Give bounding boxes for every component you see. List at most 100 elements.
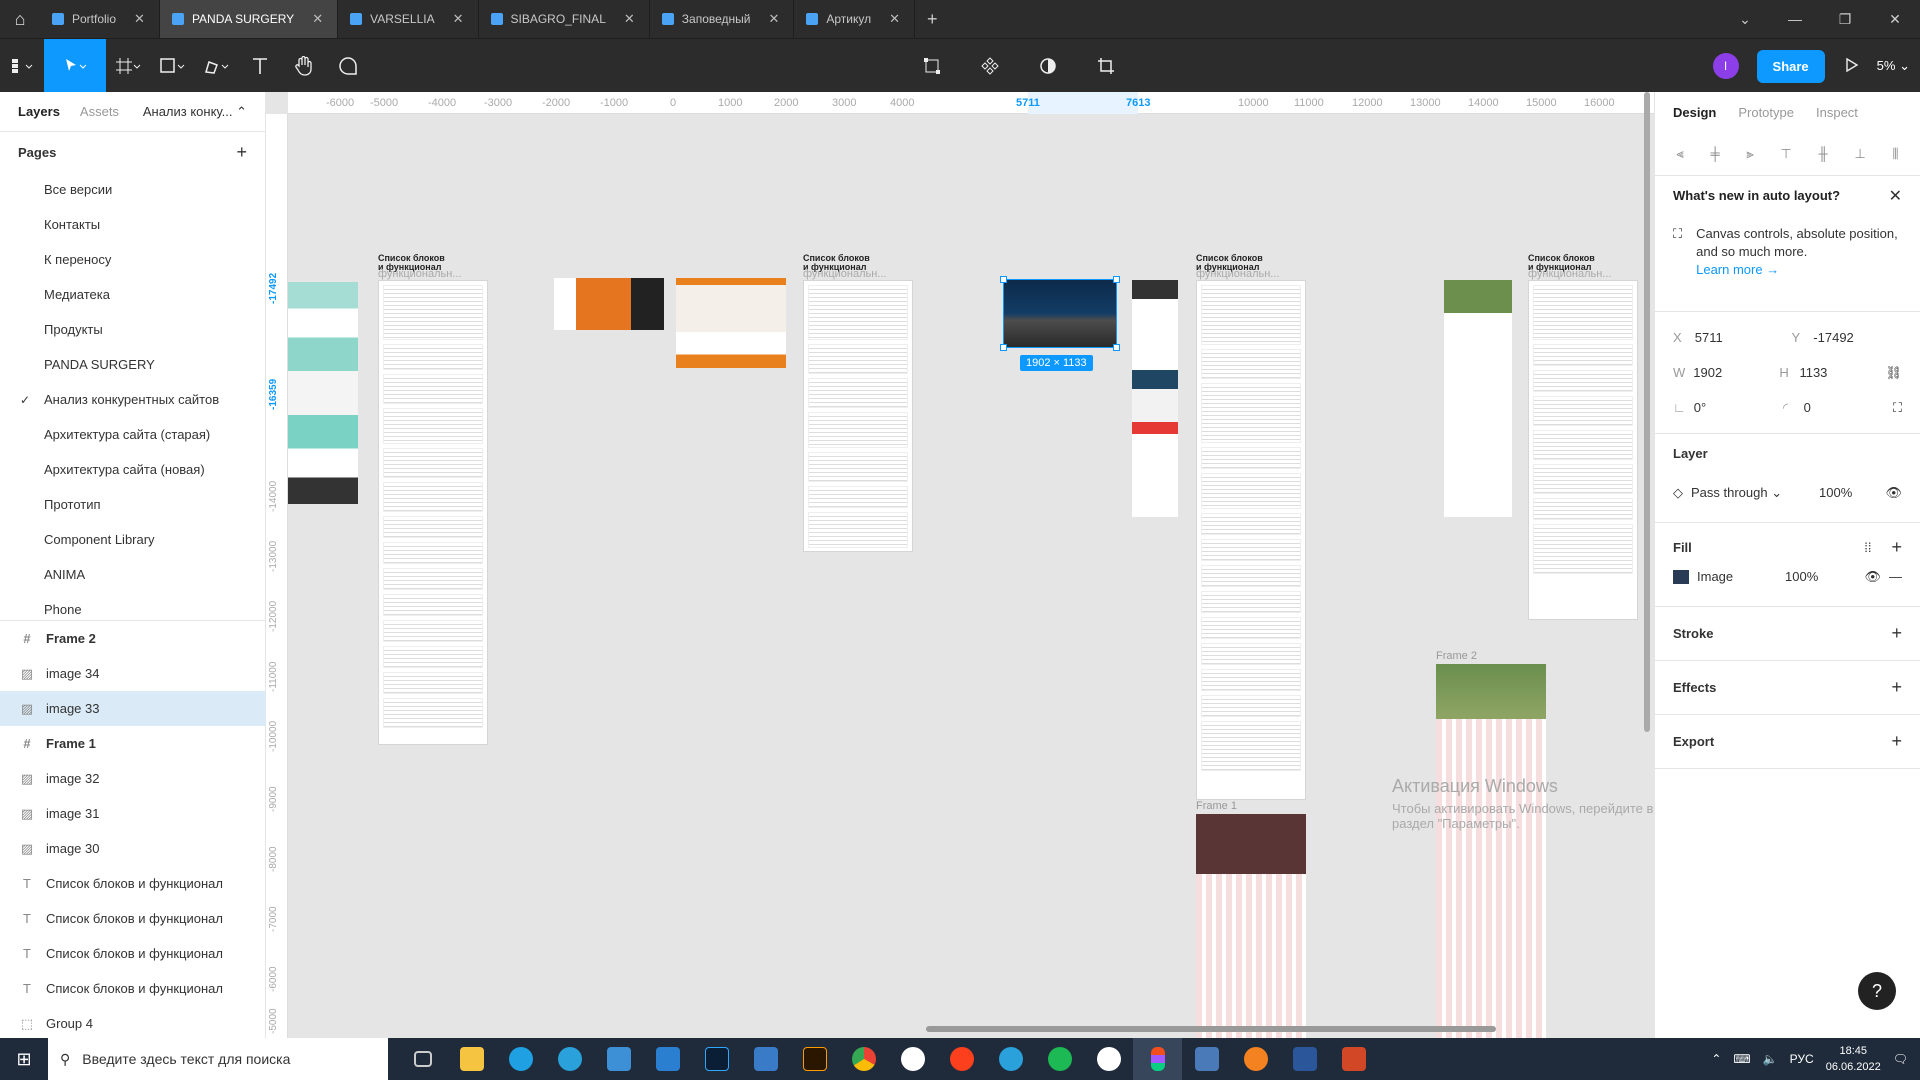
independent-corners-icon[interactable]: ⛶ (1893, 400, 1902, 416)
user-avatar[interactable]: I (1712, 53, 1739, 79)
page-item[interactable]: Продукты (0, 312, 265, 347)
close-icon[interactable]: ✕ (312, 11, 323, 27)
notifications-icon[interactable]: 🗨 (1893, 1052, 1908, 1066)
tab-artikul[interactable]: Артикул ✕ (794, 0, 916, 38)
text-tool-icon[interactable] (238, 39, 282, 93)
share-button[interactable]: Share (1756, 49, 1825, 83)
illustrator-icon[interactable] (790, 1038, 839, 1080)
canvas-image[interactable] (1444, 280, 1512, 517)
blend-mode-select[interactable]: Pass through ⌄ (1691, 485, 1811, 501)
close-icon[interactable]: ✕ (768, 11, 779, 27)
canvas-image[interactable] (1132, 280, 1178, 517)
word-icon[interactable] (1280, 1038, 1329, 1080)
home-icon[interactable]: ⌂ (0, 0, 40, 38)
tab-zapovedny[interactable]: Заповедный ✕ (650, 0, 795, 38)
windows-start-icon[interactable]: ⊞ (0, 1038, 48, 1080)
close-icon[interactable]: ✕ (453, 11, 464, 27)
layer-row[interactable]: T Список блоков и функционал (0, 971, 266, 1006)
width-input[interactable]: 1902 (1693, 365, 1771, 380)
frame-2[interactable] (1436, 664, 1546, 1038)
layer-row[interactable]: ▨ image 30 (0, 831, 266, 866)
align-center-v-icon[interactable]: ╫ (1819, 146, 1828, 161)
height-input[interactable]: 1133 (1799, 365, 1877, 380)
crop-icon[interactable] (1084, 39, 1128, 93)
taskbar-search[interactable]: ⚲ Введите здесь текст для поиска (48, 1038, 388, 1080)
present-play-icon[interactable] (1843, 57, 1859, 76)
align-right-icon[interactable]: ⫸ (1746, 146, 1753, 162)
layer-row-selected[interactable]: ▨ image 33 (0, 691, 266, 726)
photoshop-icon[interactable] (692, 1038, 741, 1080)
store-icon[interactable] (594, 1038, 643, 1080)
align-top-icon[interactable]: ⊤ (1780, 146, 1791, 162)
edge-icon[interactable] (496, 1038, 545, 1080)
styles-grid-icon[interactable]: ⁞⁞ (1864, 540, 1871, 555)
page-item-current[interactable]: ✓ Анализ конкурентных сайтов (0, 382, 265, 417)
close-icon[interactable]: ✕ (1889, 186, 1902, 206)
page-item[interactable]: Архитектура сайта (старая) (0, 417, 265, 452)
app-icon[interactable] (1231, 1038, 1280, 1080)
canvas[interactable]: -6000 -5000 -4000 -3000 -2000 -1000 0 10… (266, 92, 1654, 1038)
distribute-icon[interactable]: ⫼ (1893, 146, 1899, 162)
page-item[interactable]: Component Library (0, 522, 265, 557)
chrome-icon[interactable] (839, 1038, 888, 1080)
layer-row[interactable]: # Frame 1 (0, 726, 266, 761)
resize-frame-icon[interactable] (910, 39, 954, 93)
x-input[interactable]: 5711 (1695, 330, 1784, 345)
layer-row[interactable]: # Frame 2 (0, 621, 266, 656)
align-left-icon[interactable]: ⫷ (1676, 146, 1683, 162)
page-item[interactable]: ANIMA (0, 557, 265, 592)
maximize-icon[interactable]: ❐ (1820, 11, 1870, 28)
fill-opacity-input[interactable]: 100% (1785, 569, 1818, 584)
page-item[interactable]: Прототип (0, 487, 265, 522)
page-item[interactable]: Все версии (0, 172, 265, 207)
shape-tool-icon[interactable] (150, 39, 194, 93)
layer-row[interactable]: T Список блоков и функционал (0, 901, 266, 936)
app-icon[interactable] (1084, 1038, 1133, 1080)
page-item[interactable]: Архитектура сайта (новая) (0, 452, 265, 487)
frame-tool-icon[interactable] (106, 39, 150, 93)
add-effect-plus-icon[interactable]: + (1891, 677, 1902, 698)
layer-opacity-input[interactable]: 100% (1819, 485, 1852, 500)
y-input[interactable]: -17492 (1813, 330, 1902, 345)
spotify-icon[interactable] (1035, 1038, 1084, 1080)
learn-more-link[interactable]: Learn more → (1696, 262, 1779, 277)
page-item[interactable]: К переносу (0, 242, 265, 277)
vertical-scrollbar[interactable] (1644, 92, 1650, 732)
tab-portfolio[interactable]: Portfolio ✕ (40, 0, 160, 38)
remove-fill-icon[interactable]: — (1889, 569, 1902, 584)
close-icon[interactable]: ✕ (889, 11, 900, 27)
app-icon[interactable] (741, 1038, 790, 1080)
selected-image-33[interactable] (1000, 276, 1120, 351)
chevron-up-icon[interactable]: ⌃ (1711, 1052, 1721, 1066)
doc-frame[interactable] (1528, 280, 1638, 620)
page-item[interactable]: Медиатека (0, 277, 265, 312)
comment-tool-icon[interactable] (326, 39, 370, 93)
tab-layers[interactable]: Layers (18, 104, 60, 119)
help-button[interactable]: ? (1858, 972, 1896, 1010)
eye-icon[interactable]: 👁 (1885, 485, 1902, 501)
tab-inspect[interactable]: Inspect (1816, 105, 1858, 120)
layer-row[interactable]: ▨ image 31 (0, 796, 266, 831)
app-icon[interactable] (1182, 1038, 1231, 1080)
mask-icon[interactable] (1026, 39, 1070, 93)
yandex-icon[interactable] (888, 1038, 937, 1080)
chevron-down-icon[interactable]: ⌄ (1720, 11, 1770, 28)
network-icon[interactable]: ⌨ (1733, 1052, 1750, 1066)
canvas-image[interactable] (288, 282, 358, 504)
image-fill-swatch[interactable] (1673, 569, 1689, 584)
pen-tool-icon[interactable] (194, 39, 238, 93)
tab-design[interactable]: Design (1673, 105, 1716, 120)
canvas-image[interactable] (554, 278, 664, 330)
layer-row[interactable]: ▨ image 34 (0, 656, 266, 691)
tab-varsellia[interactable]: VARSELLIA ✕ (338, 0, 479, 38)
file-explorer-icon[interactable] (447, 1038, 496, 1080)
rotation-input[interactable]: 0° (1694, 400, 1775, 415)
page-item[interactable]: Контакты (0, 207, 265, 242)
yandex-browser-icon[interactable] (937, 1038, 986, 1080)
layer-row[interactable]: T Список блоков и функционал (0, 866, 266, 901)
add-fill-plus-icon[interactable]: + (1891, 537, 1902, 558)
minimize-icon[interactable]: — (1770, 11, 1820, 28)
hand-tool-icon[interactable] (282, 39, 326, 93)
resize-handle[interactable] (1000, 344, 1007, 351)
mail-icon[interactable] (643, 1038, 692, 1080)
